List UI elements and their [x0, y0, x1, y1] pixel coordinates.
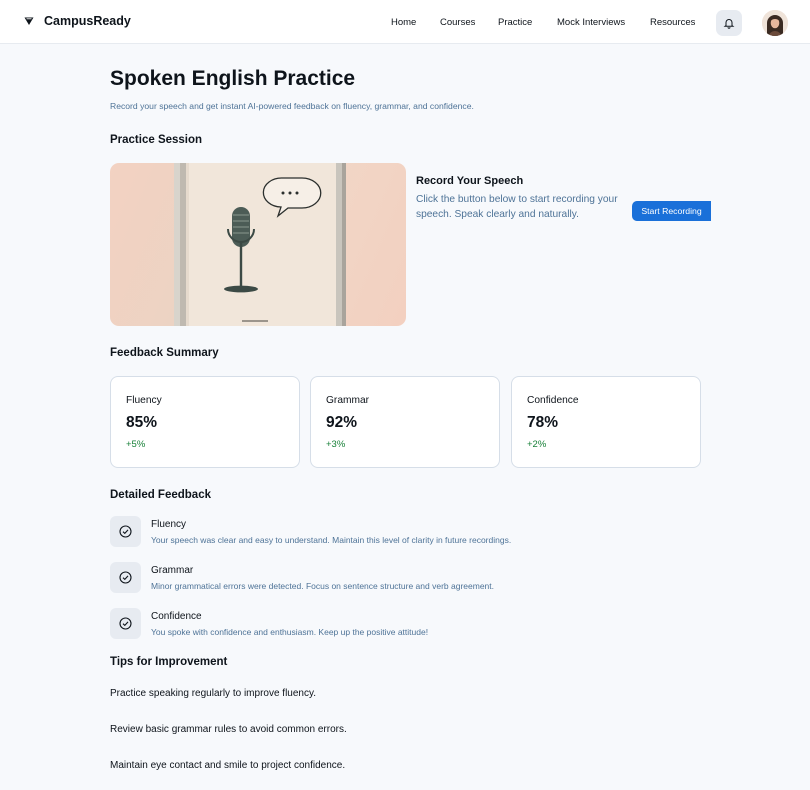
- nav-resources[interactable]: Resources: [650, 17, 695, 28]
- feedback-item-title: Confidence: [151, 611, 202, 622]
- tips-heading: Tips for Improvement: [110, 656, 228, 668]
- card-delta: +3%: [326, 439, 346, 450]
- practice-session-heading: Practice Session: [110, 134, 203, 146]
- confidence-card: Confidence 78% +2%: [511, 376, 701, 468]
- nav-practice[interactable]: Practice: [498, 17, 532, 28]
- top-navigation-bar: CampusReady Home Courses Practice Mock I…: [0, 0, 810, 44]
- card-delta: +5%: [126, 439, 146, 450]
- record-title: Record Your Speech: [416, 175, 524, 187]
- start-recording-button[interactable]: Start Recording: [632, 201, 711, 221]
- triangle-logo-icon: [24, 17, 34, 25]
- microphone-illustration: [110, 163, 406, 326]
- check-circle-icon: [119, 571, 132, 584]
- nav-home[interactable]: Home: [391, 17, 416, 28]
- feedback-item-icon: [110, 562, 141, 593]
- profile-picture: [762, 10, 788, 36]
- grammar-card: Grammar 92% +3%: [310, 376, 500, 468]
- notifications-button[interactable]: [716, 10, 742, 36]
- practice-illustration: [110, 163, 406, 326]
- feedback-item-icon: [110, 516, 141, 547]
- brand[interactable]: CampusReady: [24, 14, 131, 28]
- nav-courses[interactable]: Courses: [440, 17, 475, 28]
- tip-item: Practice speaking regularly to improve f…: [110, 688, 317, 699]
- check-circle-icon: [119, 525, 132, 538]
- card-value: 78%: [527, 414, 559, 431]
- card-label: Fluency: [126, 395, 162, 406]
- brand-name: CampusReady: [44, 14, 131, 28]
- feedback-item-title: Grammar: [151, 565, 194, 576]
- check-circle-icon: [119, 617, 132, 630]
- card-label: Confidence: [527, 395, 579, 406]
- card-label: Grammar: [326, 395, 370, 406]
- tip-item: Review basic grammar rules to avoid comm…: [110, 724, 347, 735]
- card-value: 92%: [326, 414, 358, 431]
- feedback-item-description: You spoke with confidence and enthusiasm…: [151, 627, 429, 637]
- card-value: 85%: [126, 414, 158, 431]
- feedback-item-description: Minor grammatical errors were detected. …: [151, 581, 494, 591]
- feedback-item-description: Your speech was clear and easy to unders…: [151, 535, 512, 545]
- feedback-item-icon: [110, 608, 141, 639]
- card-delta: +2%: [527, 439, 547, 450]
- tip-item: Maintain eye contact and smile to projec…: [110, 760, 346, 771]
- feedback-item-title: Fluency: [151, 519, 187, 530]
- feedback-summary-heading: Feedback Summary: [110, 347, 219, 359]
- record-description: Click the button below to start recordin…: [416, 194, 618, 220]
- page-subtitle: Record your speech and get instant AI-po…: [110, 101, 474, 111]
- nav-mock-interviews[interactable]: Mock Interviews: [557, 17, 625, 28]
- fluency-card: Fluency 85% +5%: [110, 376, 300, 468]
- page-title: Spoken English Practice: [110, 67, 356, 90]
- bell-icon: [723, 19, 735, 29]
- detailed-feedback-heading: Detailed Feedback: [110, 489, 211, 501]
- avatar[interactable]: [762, 10, 788, 36]
